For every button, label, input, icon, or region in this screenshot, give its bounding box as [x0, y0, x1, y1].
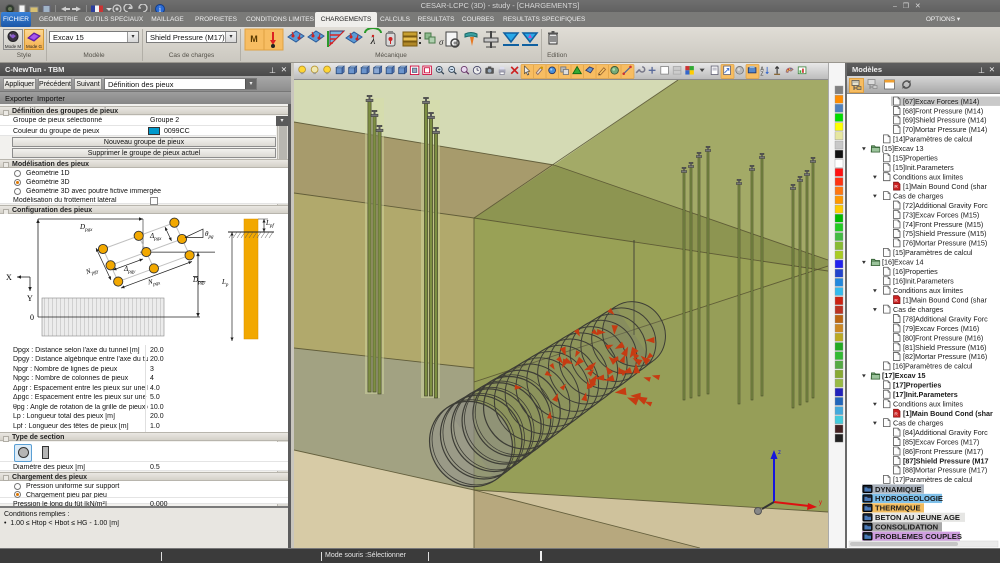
svg-text:[87]Shield Pressure (M17: [87]Shield Pressure (M17 — [903, 456, 989, 465]
svg-text:[15]Excav 13: [15]Excav 13 — [882, 144, 924, 153]
svg-text:Dpgy: Dpgy — [192, 276, 206, 286]
svg-text:X: X — [6, 273, 12, 282]
svg-text:R: R — [894, 411, 898, 417]
svg-text:[73]Excav Forces (M15): [73]Excav Forces (M15) — [903, 210, 979, 219]
svg-text:[17]Excav 15: [17]Excav 15 — [882, 371, 926, 380]
svg-text:[82]Mortar Pressure (M16): [82]Mortar Pressure (M16) — [903, 352, 987, 361]
svg-text:Cas de charges: Cas de charges — [893, 191, 944, 200]
svg-text:[15]Paramètres de calcul: [15]Paramètres de calcul — [893, 248, 973, 257]
svg-text:Δpgx: Δpgx — [149, 232, 162, 242]
svg-text:[17]Init.Parameters: [17]Init.Parameters — [893, 390, 958, 399]
svg-text:y: y — [819, 500, 822, 506]
svg-text:Z: Z — [760, 71, 763, 77]
svg-text:Dpgx: Dpgx — [79, 223, 93, 233]
svg-text:Conditions aux limites: Conditions aux limites — [893, 286, 963, 295]
svg-text:[75]Shield Pressure (M15): [75]Shield Pressure (M15) — [903, 229, 987, 238]
svg-text:Δpgy: Δpgy — [123, 265, 136, 275]
svg-text:Cas de charges: Cas de charges — [893, 305, 944, 314]
svg-text:θpg: θpg — [205, 230, 214, 240]
svg-text:[17]Properties: [17]Properties — [893, 381, 941, 390]
svg-text:0: 0 — [30, 313, 34, 322]
svg-text:[15]Properties: [15]Properties — [893, 154, 938, 163]
svg-text:M: M — [250, 34, 258, 44]
svg-text:[14]Paramètres de calcul: [14]Paramètres de calcul — [893, 135, 973, 144]
svg-text:[68]Front Pressure (M14): [68]Front Pressure (M14) — [903, 106, 983, 115]
svg-text:[1]Main Bound Cond (shar: [1]Main Bound Cond (shar — [903, 409, 993, 418]
svg-text:PROBLEMES COUPLES: PROBLEMES COUPLES — [875, 532, 962, 541]
svg-text:[88]Mortar Pressure (M17): [88]Mortar Pressure (M17) — [903, 466, 987, 475]
svg-text:HYDROGEOLOGIE: HYDROGEOLOGIE — [875, 494, 943, 503]
svg-text:[70]Mortar Pressure (M14): [70]Mortar Pressure (M14) — [903, 125, 987, 134]
svg-text:Cas de charges: Cas de charges — [893, 418, 944, 427]
svg-text:CONSOLIDATION: CONSOLIDATION — [875, 523, 938, 532]
svg-text:[17]Paramètres de calcul: [17]Paramètres de calcul — [893, 475, 973, 484]
svg-text:Lp: Lp — [221, 278, 229, 288]
svg-text:[74]Front Pressure (M15): [74]Front Pressure (M15) — [903, 220, 983, 229]
svg-text:Npgy: Npgy — [84, 264, 100, 278]
svg-text:Lpf: Lpf — [265, 219, 274, 229]
svg-text:[79]Excav Forces (M16): [79]Excav Forces (M16) — [903, 324, 979, 333]
svg-text:[16]Excav 14: [16]Excav 14 — [882, 258, 924, 267]
svg-text:Y: Y — [27, 294, 33, 303]
svg-text:BETON AU JEUNE AGE: BETON AU JEUNE AGE — [875, 513, 960, 522]
svg-text:Conditions aux limites: Conditions aux limites — [893, 172, 963, 181]
svg-text:Npgx: Npgx — [146, 276, 161, 288]
svg-text:[69]Shield Pressure (M14): [69]Shield Pressure (M14) — [903, 116, 987, 125]
svg-text:R: R — [894, 184, 898, 190]
svg-text:[80]Front Pressure (M16): [80]Front Pressure (M16) — [903, 333, 983, 342]
svg-text:[16]Paramètres de calcul: [16]Paramètres de calcul — [893, 362, 973, 371]
svg-text:[15]Init.Parameters: [15]Init.Parameters — [893, 163, 954, 172]
svg-text:[84]Additional Gravity Forc: [84]Additional Gravity Forc — [903, 428, 988, 437]
svg-text:σ: σ — [439, 37, 444, 47]
svg-text:[72]Additional Gravity Forc: [72]Additional Gravity Forc — [903, 201, 988, 210]
svg-text:[78]Additional Gravity Forc: [78]Additional Gravity Forc — [903, 314, 988, 323]
svg-text:[81]Shield Pressure (M16): [81]Shield Pressure (M16) — [903, 343, 987, 352]
svg-text:[16]Properties: [16]Properties — [893, 267, 938, 276]
svg-text:DYNAMIQUE: DYNAMIQUE — [875, 485, 921, 494]
svg-text:[67]Excav Forces (M14): [67]Excav Forces (M14) — [903, 97, 979, 106]
svg-text:Conditions aux limites: Conditions aux limites — [893, 400, 963, 409]
svg-text:[86]Front Pressure (M17): [86]Front Pressure (M17) — [903, 447, 983, 456]
svg-text:THERMIQUE: THERMIQUE — [875, 504, 921, 513]
svg-text:[85]Excav Forces (M17): [85]Excav Forces (M17) — [903, 437, 979, 446]
svg-text:[16]Init.Parameters: [16]Init.Parameters — [893, 277, 954, 286]
svg-text:[76]Mortar Pressure (M15): [76]Mortar Pressure (M15) — [903, 239, 987, 248]
svg-text:[1]Main Bound Cond (shar: [1]Main Bound Cond (shar — [903, 295, 988, 304]
svg-text:[1]Main Bound Cond (shar: [1]Main Bound Cond (shar — [903, 182, 988, 191]
svg-text:R: R — [894, 298, 898, 304]
svg-text:z: z — [778, 450, 781, 456]
